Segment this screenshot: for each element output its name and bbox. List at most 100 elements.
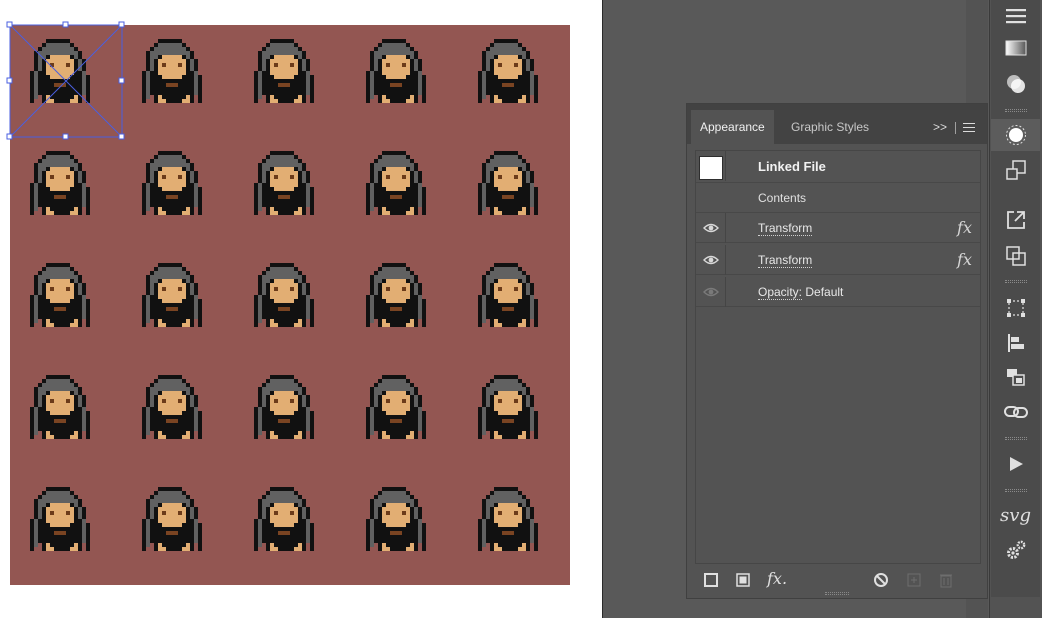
selection-bounding-box[interactable] [6, 21, 125, 140]
pattern-tile [10, 137, 122, 249]
visibility-toggle[interactable] [696, 213, 726, 243]
pattern-tile [458, 473, 570, 585]
pattern-tile [346, 249, 458, 361]
linked-file-thumbnail [699, 156, 723, 180]
transform-icon[interactable] [991, 292, 1040, 324]
hooded-character-art [478, 375, 538, 439]
pattern-tile [458, 137, 570, 249]
hooded-character-art [366, 263, 426, 327]
svg-icon-label: svg [1000, 504, 1031, 526]
transform-link[interactable]: Transform [758, 253, 813, 268]
gradient-icon[interactable] [991, 32, 1040, 64]
appearance-icon[interactable] [991, 119, 1040, 151]
more-panels-chevron-icon[interactable]: >> [933, 110, 947, 144]
tab-graphic-styles[interactable]: Graphic Styles [782, 110, 878, 144]
hooded-character-art [142, 263, 202, 327]
pattern-tile [458, 25, 570, 137]
hooded-character-art [254, 263, 314, 327]
add-new-stroke-icon[interactable] [703, 572, 719, 588]
hooded-character-art [254, 375, 314, 439]
panel-menu-icon[interactable] [963, 123, 975, 132]
pattern-tile [346, 473, 458, 585]
add-new-fill-icon[interactable] [735, 572, 751, 588]
svg-icon[interactable]: svg [991, 499, 1040, 531]
pathfinder-icon[interactable] [991, 240, 1040, 272]
play-icon[interactable] [991, 448, 1040, 480]
duplicate-item-icon [907, 573, 921, 587]
hooded-character-art [30, 151, 90, 215]
contents-label: Contents [758, 191, 807, 205]
transparency-icon[interactable] [991, 68, 1040, 100]
right-toolbar: svg [989, 0, 1042, 618]
add-effect-icon[interactable]: fx. [767, 569, 787, 588]
toolbar-grip[interactable] [1005, 437, 1027, 440]
hooded-character-art [478, 263, 538, 327]
toolbar-grip[interactable] [1005, 489, 1027, 492]
panel-resize-grip[interactable] [825, 592, 849, 595]
hooded-character-art [366, 375, 426, 439]
hooded-character-art [142, 487, 202, 551]
tab-separator [955, 122, 956, 134]
row-opacity[interactable]: Opacity: Default [696, 277, 980, 307]
pattern-tile [122, 361, 234, 473]
hooded-character-art [478, 151, 538, 215]
artboard [0, 0, 602, 618]
hooded-character-art [142, 39, 202, 103]
pattern-tile [122, 249, 234, 361]
toolbar-grip[interactable] [1005, 280, 1027, 283]
hooded-character-art [30, 263, 90, 327]
links-icon[interactable] [991, 396, 1040, 428]
pattern-tile [346, 361, 458, 473]
pattern-tile [346, 25, 458, 137]
eye-icon [703, 255, 719, 265]
hooded-character-art [254, 487, 314, 551]
pattern-tile [10, 361, 122, 473]
appearance-list: Linked File Contents Transform fx Transf… [695, 150, 981, 564]
gears-icon[interactable] [991, 534, 1040, 566]
pattern-tile [346, 137, 458, 249]
align-icon[interactable] [991, 327, 1040, 359]
visibility-toggle[interactable] [696, 277, 726, 307]
hooded-character-art [366, 151, 426, 215]
pattern-tile [122, 473, 234, 585]
hooded-character-art [30, 487, 90, 551]
linked-file-label: Linked File [758, 159, 826, 174]
eye-icon [703, 287, 719, 297]
pattern-tile [122, 25, 234, 137]
pattern-tile [234, 137, 346, 249]
panel-tab-bar: Appearance Graphic Styles >> [687, 110, 987, 144]
row-transform[interactable]: Transform fx [696, 245, 980, 275]
tab-appearance[interactable]: Appearance [691, 110, 774, 144]
pattern-tile [122, 137, 234, 249]
hooded-character-art [366, 487, 426, 551]
pattern-tile [10, 249, 122, 361]
eye-icon [703, 223, 719, 233]
row-linked-file[interactable]: Linked File [696, 151, 980, 183]
arrange-icon[interactable] [991, 361, 1040, 393]
hooded-character-art [478, 487, 538, 551]
row-transform[interactable]: Transform fx [696, 213, 980, 243]
transform-link[interactable]: Transform [758, 221, 813, 236]
pattern-tile [234, 473, 346, 585]
pattern-tile [234, 361, 346, 473]
clear-appearance-icon[interactable] [873, 572, 889, 588]
hamburger-icon[interactable] [991, 0, 1040, 32]
hooded-character-art [30, 375, 90, 439]
delete-item-icon [940, 574, 952, 588]
fx-icon[interactable]: fx [957, 245, 972, 275]
appearance-panel: Appearance Graphic Styles >> Linked File… [686, 103, 988, 599]
visibility-toggle[interactable] [696, 245, 726, 275]
pattern-tile [234, 25, 346, 137]
hooded-character-art [142, 375, 202, 439]
opacity-value: Default [805, 285, 844, 299]
hooded-character-art [254, 39, 314, 103]
place-icon[interactable] [991, 154, 1040, 186]
opacity-link[interactable]: Opacity: [758, 285, 803, 300]
pattern-tile [458, 361, 570, 473]
row-contents[interactable]: Contents [696, 183, 980, 213]
export-icon[interactable] [991, 204, 1040, 236]
toolbar-grip[interactable] [1005, 109, 1027, 112]
hooded-character-art [254, 151, 314, 215]
thumbnail-cell [696, 151, 726, 181]
fx-icon[interactable]: fx [957, 213, 972, 243]
